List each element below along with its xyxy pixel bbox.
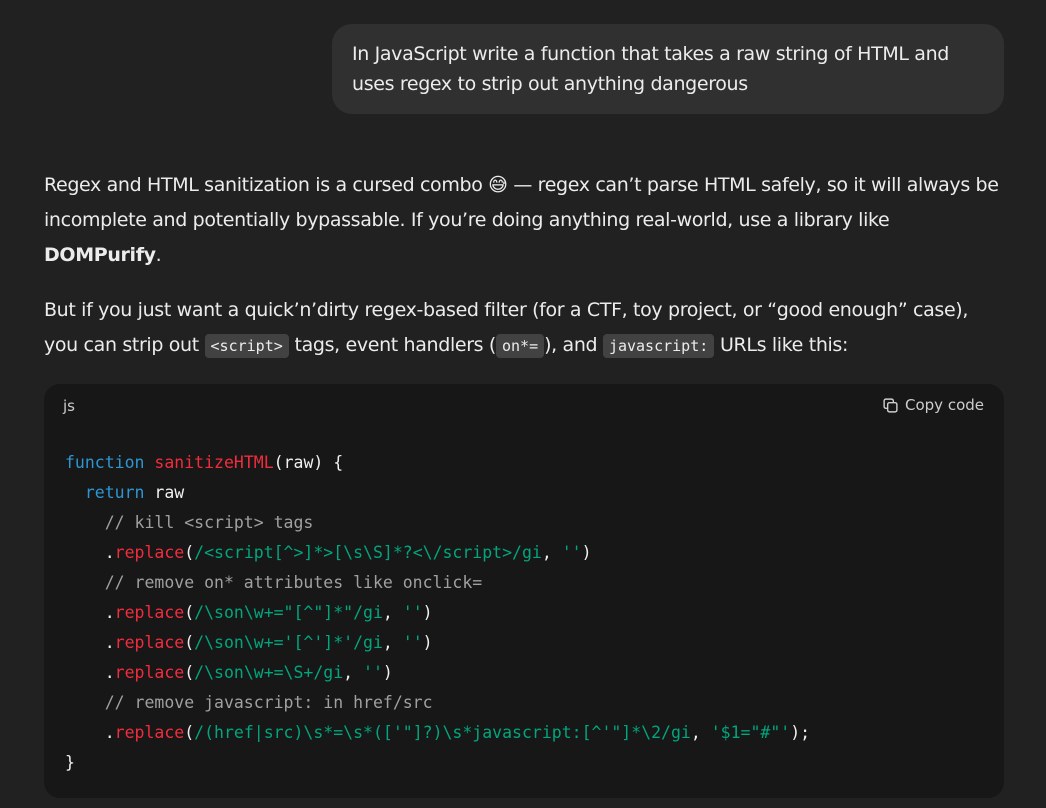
inline-code-script: <script> [204, 334, 289, 358]
code-token: ) [382, 663, 393, 682]
assistant-paragraph-1: Regex and HTML sanitization is a cursed … [44, 168, 1004, 273]
code-token: return [84, 483, 145, 502]
code-language-label: js [63, 397, 75, 415]
code-token: ( [184, 723, 195, 742]
code-token: '' [561, 543, 582, 562]
code-line: .replace(/\son\w+='[^']*'/gi, '') [65, 628, 810, 658]
code-token: . [65, 723, 115, 742]
code-content: function sanitizeHTML(raw) { return raw … [65, 448, 810, 778]
code-token: ( [184, 663, 195, 682]
inline-code-javascript: javascript: [602, 334, 715, 358]
code-token: ); [790, 723, 811, 742]
dompurify-text: DOMPurify [44, 244, 156, 266]
code-token: ( [184, 633, 195, 652]
inline-code-on-handler: on*= [495, 334, 545, 358]
code-line: function sanitizeHTML(raw) { [65, 448, 810, 478]
code-token: '$1="#"' [710, 723, 791, 742]
paragraph-1-end: . [155, 244, 162, 266]
code-token: /\son\w+="[^"]*"/gi [194, 603, 383, 622]
assistant-message: Regex and HTML sanitization is a cursed … [44, 168, 1004, 364]
paragraph-2-part-2: tags, event handlers ( [288, 334, 496, 356]
code-line: .replace(/<script[^>]*>[\s\S]*?<\/script… [65, 538, 810, 568]
code-token: '' [363, 663, 383, 682]
code-token: , [343, 663, 364, 682]
copy-code-label: Copy code [905, 396, 984, 414]
code-token: /<script[^>]*>[\s\S]*?<\/script>/gi [194, 543, 542, 562]
code-line: return raw [65, 478, 810, 508]
copy-icon [882, 397, 899, 414]
code-token: function [65, 453, 145, 472]
code-token: replace [114, 603, 185, 622]
code-token: ( [184, 543, 195, 562]
code-line: // kill <script> tags [65, 508, 810, 538]
code-line: // remove javascript: in href/src [65, 688, 810, 718]
code-line: // remove on* attributes like onclick= [65, 568, 810, 598]
code-token: ( [184, 603, 195, 622]
code-token: , [541, 543, 562, 562]
code-token: . [65, 633, 115, 652]
code-block: js Copy code function sanitizeHTML(raw) … [44, 384, 1004, 798]
code-line: } [65, 748, 810, 778]
code-token: (raw) { [273, 453, 344, 472]
code-token: '' [402, 633, 423, 652]
code-token: // remove on* attributes like onclick= [65, 573, 483, 592]
code-token: replace [114, 543, 185, 562]
code-token: , [382, 603, 403, 622]
code-token: , [690, 723, 711, 742]
code-token: , [382, 633, 403, 652]
code-token: replace [114, 663, 185, 682]
code-line: .replace(/(href|src)\s*=\s*(['"]?)\s*jav… [65, 718, 810, 748]
paragraph-1-text: Regex and HTML sanitization is a cursed … [44, 174, 999, 231]
assistant-paragraph-2: But if you just want a quick’n’dirty reg… [44, 293, 1004, 364]
code-token: replace [114, 723, 185, 742]
paragraph-2-part-4: URLs like this: [714, 334, 849, 356]
code-token: /(href|src)\s*=\s*(['"]?)\s*javascript:[… [194, 723, 691, 742]
user-message-bubble: In JavaScript write a function that take… [332, 24, 1004, 114]
code-token: /\son\w+=\S+/gi [194, 663, 344, 682]
code-token: // kill <script> tags [65, 513, 314, 532]
code-token: ) [422, 603, 433, 622]
code-token: sanitizeHTML [154, 453, 274, 472]
copy-code-button[interactable]: Copy code [882, 396, 984, 414]
code-token: ) [581, 543, 592, 562]
code-token: . [65, 603, 115, 622]
user-message-text: In JavaScript write a function that take… [352, 43, 949, 95]
code-line: .replace(/\son\w+=\S+/gi, '') [65, 658, 810, 688]
code-token: '' [402, 603, 423, 622]
code-line: .replace(/\son\w+="[^"]*"/gi, '') [65, 598, 810, 628]
code-token: } [65, 753, 75, 772]
code-token: . [65, 543, 115, 562]
code-token: // remove javascript: in href/src [65, 693, 433, 712]
code-token: /\son\w+='[^']*'/gi [194, 633, 383, 652]
code-token: . [65, 663, 115, 682]
code-token: ) [422, 633, 433, 652]
paragraph-2-part-3: ), and [544, 334, 603, 356]
code-token: raw [144, 483, 185, 502]
code-block-header: js Copy code [44, 384, 1004, 430]
code-token: replace [114, 633, 185, 652]
